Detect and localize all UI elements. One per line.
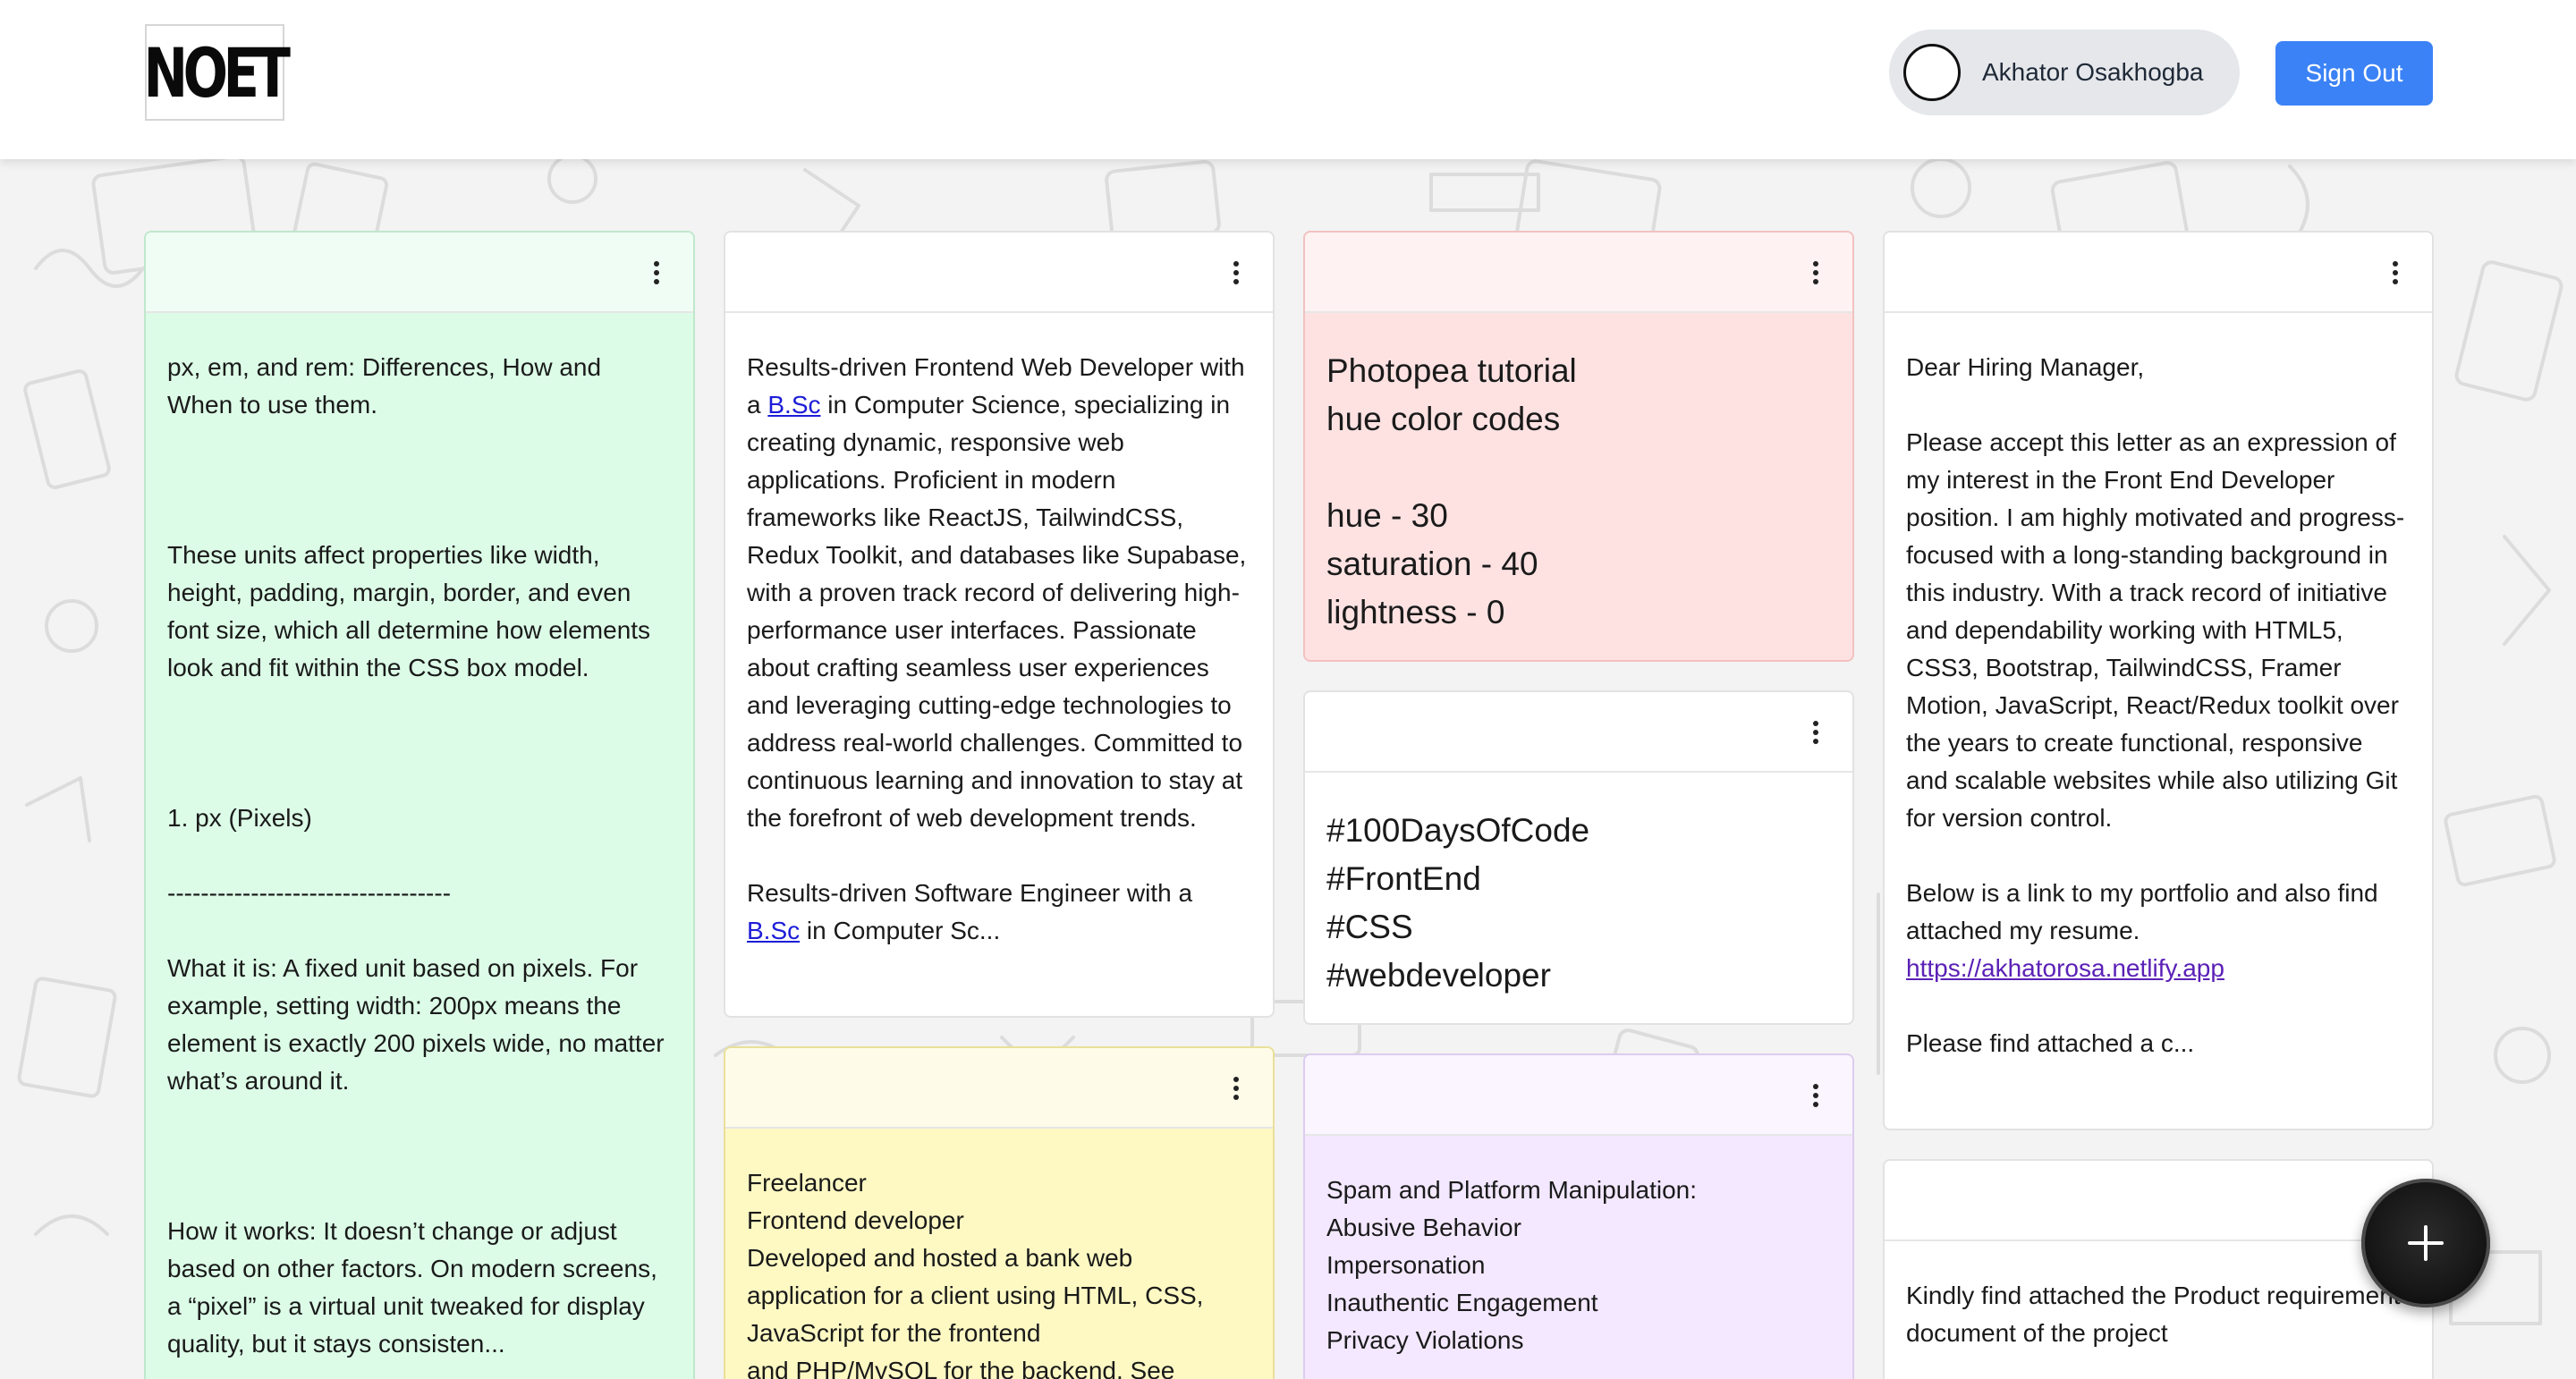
kebab-menu-icon[interactable] (2391, 261, 2400, 284)
avatar (1903, 44, 1961, 101)
note-card-header (1305, 1055, 1852, 1136)
note-card[interactable]: px, em, and rem: Differences, How and Wh… (144, 231, 695, 1379)
user-profile-chip[interactable]: Akhator Osakhogba (1889, 30, 2240, 115)
note-card-header (1885, 233, 2432, 313)
note-content: Spam and Platform Manipulation: Abusive … (1326, 1176, 1697, 1354)
note-card-header (1305, 692, 1852, 773)
plus-icon (2408, 1225, 2444, 1261)
logo[interactable]: NOET (143, 24, 291, 121)
note-card[interactable]: Kindly find attached the Product require… (1883, 1159, 2434, 1379)
kebab-menu-icon[interactable] (1811, 721, 1820, 744)
note-card[interactable]: Photopea tutorial hue color codes hue - … (1303, 231, 1854, 662)
note-card[interactable]: Freelancer Frontend developer Developed … (724, 1046, 1275, 1379)
app-header: NOET Akhator Osakhogba Sign Out (0, 0, 2576, 159)
note-card-header (1885, 1161, 2432, 1241)
note-content: Freelancer Frontend developer Developed … (747, 1169, 1204, 1379)
kebab-menu-icon[interactable] (1811, 1084, 1820, 1107)
sign-out-button[interactable]: Sign Out (2275, 41, 2433, 106)
note-content: Kindly find attached the Product require… (1906, 1282, 2401, 1347)
note-card[interactable]: Spam and Platform Manipulation: Abusive … (1303, 1053, 1854, 1379)
note-card-header (146, 233, 693, 313)
note-card[interactable]: Results-driven Frontend Web Developer wi… (724, 231, 1275, 1018)
note-text: in Computer Sc... (800, 917, 1001, 944)
note-content: px, em, and rem: Differences, How and Wh… (167, 353, 665, 1358)
note-card[interactable]: #100DaysOfCode #FrontEnd #CSS #webdevelo… (1303, 690, 1854, 1025)
add-note-button[interactable] (2361, 1179, 2490, 1307)
note-content: Dear Hiring Manager, Please accept this … (1885, 313, 2432, 1084)
note-content: #100DaysOfCode #FrontEnd #CSS #webdevelo… (1326, 812, 1590, 994)
kebab-menu-icon[interactable] (1811, 261, 1820, 284)
bsc-link[interactable]: B.Sc (767, 391, 820, 419)
note-text: in Computer Science, specializing in cre… (747, 391, 1247, 907)
note-content: Results-driven Frontend Web Developer wi… (725, 313, 1273, 971)
note-card-header (725, 1048, 1273, 1129)
note-card-header (1305, 233, 1852, 313)
note-text: Dear Hiring Manager, Please accept this … (1906, 353, 2405, 944)
note-text: Please find attached a c... (1906, 1029, 2195, 1057)
logo-text: NOET (143, 32, 291, 113)
note-card[interactable]: Dear Hiring Manager, Please accept this … (1883, 231, 2434, 1130)
note-content: Photopea tutorial hue color codes hue - … (1326, 352, 1577, 630)
note-card-header (725, 233, 1273, 313)
user-name: Akhator Osakhogba (1982, 58, 2204, 86)
kebab-menu-icon[interactable] (1232, 261, 1241, 284)
kebab-menu-icon[interactable] (652, 261, 661, 284)
kebab-menu-icon[interactable] (1232, 1077, 1241, 1100)
bsc-link[interactable]: B.Sc (747, 917, 800, 944)
portfolio-link[interactable]: https://akhatorosa.netlify.app (1906, 954, 2224, 982)
